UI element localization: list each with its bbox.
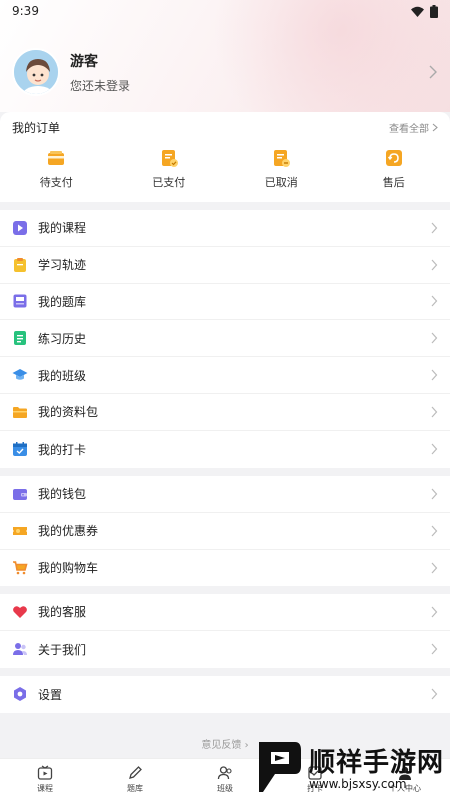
- menu-group-settings: 设置: [0, 676, 450, 713]
- wallet-icon: [13, 488, 27, 500]
- users-icon: [13, 643, 27, 656]
- chevron-right-icon: [431, 259, 438, 271]
- chevron-right-icon: [431, 562, 438, 574]
- chevron-right-icon: [431, 688, 438, 700]
- clipboard-icon: [14, 257, 26, 272]
- chevron-right-icon: [431, 606, 438, 618]
- avatar-boy-icon: [14, 50, 58, 94]
- profile-header[interactable]: 游客 您还未登录: [0, 38, 450, 106]
- chevron-right-icon: [429, 65, 437, 79]
- course-tab-icon: [37, 765, 53, 780]
- chevron-right-icon: [431, 369, 438, 381]
- profile-name: 游客: [70, 53, 98, 70]
- menu-question-bank[interactable]: 我的题库: [0, 284, 450, 321]
- menu-learning-track[interactable]: 学习轨迹: [0, 247, 450, 284]
- chevron-right-icon: [431, 222, 438, 234]
- chevron-right-icon: [431, 525, 438, 537]
- orders-card: 我的订单 查看全部 待支付 已支付 已取消 售后: [0, 112, 450, 202]
- play-course-icon: [13, 220, 27, 235]
- chevron-right-icon: [431, 406, 438, 418]
- folder-icon: [13, 406, 27, 418]
- watermark-url: www.bjsxsy.com: [309, 776, 407, 791]
- calendar-check-icon: [13, 442, 27, 457]
- chevron-right-icon: [432, 123, 438, 131]
- view-all-orders-link[interactable]: 查看全部: [389, 120, 438, 135]
- order-pending-payment[interactable]: 待支付: [0, 148, 112, 190]
- watermark-logo-icon: [259, 742, 301, 792]
- chevron-right-icon: [431, 332, 438, 344]
- tab-question-bank[interactable]: 题库: [90, 759, 180, 800]
- cancelled-doc-icon: [274, 150, 291, 167]
- tab-course[interactable]: 课程: [0, 759, 90, 800]
- cart-icon: [13, 561, 28, 575]
- order-after-sale[interactable]: 售后: [338, 148, 450, 190]
- menu-group-learning: 我的课程 学习轨迹 我的题库 练习历史 我的班级 我的资料包 我的打卡: [0, 210, 450, 468]
- after-sale-icon: [385, 150, 402, 166]
- menu-material-pack[interactable]: 我的资料包: [0, 394, 450, 431]
- watermark: 顺祥手游网 www.bjsxsy.com: [255, 736, 444, 796]
- settings-hex-icon: [14, 687, 26, 702]
- graduation-cap-icon: [12, 369, 28, 380]
- status-bar: 9:39: [0, 0, 450, 22]
- menu-group-wallet: 我的钱包 我的优惠券 我的购物车: [0, 476, 450, 587]
- chevron-right-icon: [431, 488, 438, 500]
- menu-group-service: 我的客服 关于我们: [0, 594, 450, 668]
- menu-my-coupons[interactable]: 我的优惠券: [0, 513, 450, 550]
- menu-practice-history[interactable]: 练习历史: [0, 320, 450, 358]
- wallet-card-icon: [48, 151, 65, 165]
- paid-doc-icon: [161, 150, 178, 167]
- chevron-right-icon: [431, 643, 438, 655]
- battery-icon: [430, 4, 438, 18]
- chevron-right-icon: [431, 443, 438, 455]
- pen-tab-icon: [129, 766, 142, 779]
- menu-my-wallet[interactable]: 我的钱包: [0, 476, 450, 513]
- menu-my-class[interactable]: 我的班级: [0, 357, 450, 394]
- chevron-right-icon: [431, 296, 438, 307]
- status-time: 9:39: [12, 4, 39, 18]
- menu-customer-service[interactable]: 我的客服: [0, 594, 450, 631]
- class-tab-icon: [217, 766, 232, 780]
- menu-shopping-cart[interactable]: 我的购物车: [0, 550, 450, 587]
- heart-icon: [13, 606, 27, 618]
- order-paid[interactable]: 已支付: [113, 148, 225, 190]
- history-doc-icon: [14, 331, 26, 346]
- watermark-title: 顺祥手游网: [309, 747, 445, 778]
- menu-my-checkin[interactable]: 我的打卡: [0, 431, 450, 468]
- orders-title: 我的订单: [12, 120, 61, 135]
- menu-about-us[interactable]: 关于我们: [0, 631, 450, 668]
- coupon-icon: [13, 526, 27, 535]
- order-cancelled[interactable]: 已取消: [225, 148, 337, 190]
- question-bank-icon: [13, 294, 27, 308]
- wifi-icon: [411, 6, 424, 17]
- menu-my-courses[interactable]: 我的课程: [0, 210, 450, 247]
- avatar[interactable]: [12, 48, 60, 96]
- menu-settings[interactable]: 设置: [0, 676, 450, 713]
- login-prompt: 您还未登录: [70, 78, 131, 93]
